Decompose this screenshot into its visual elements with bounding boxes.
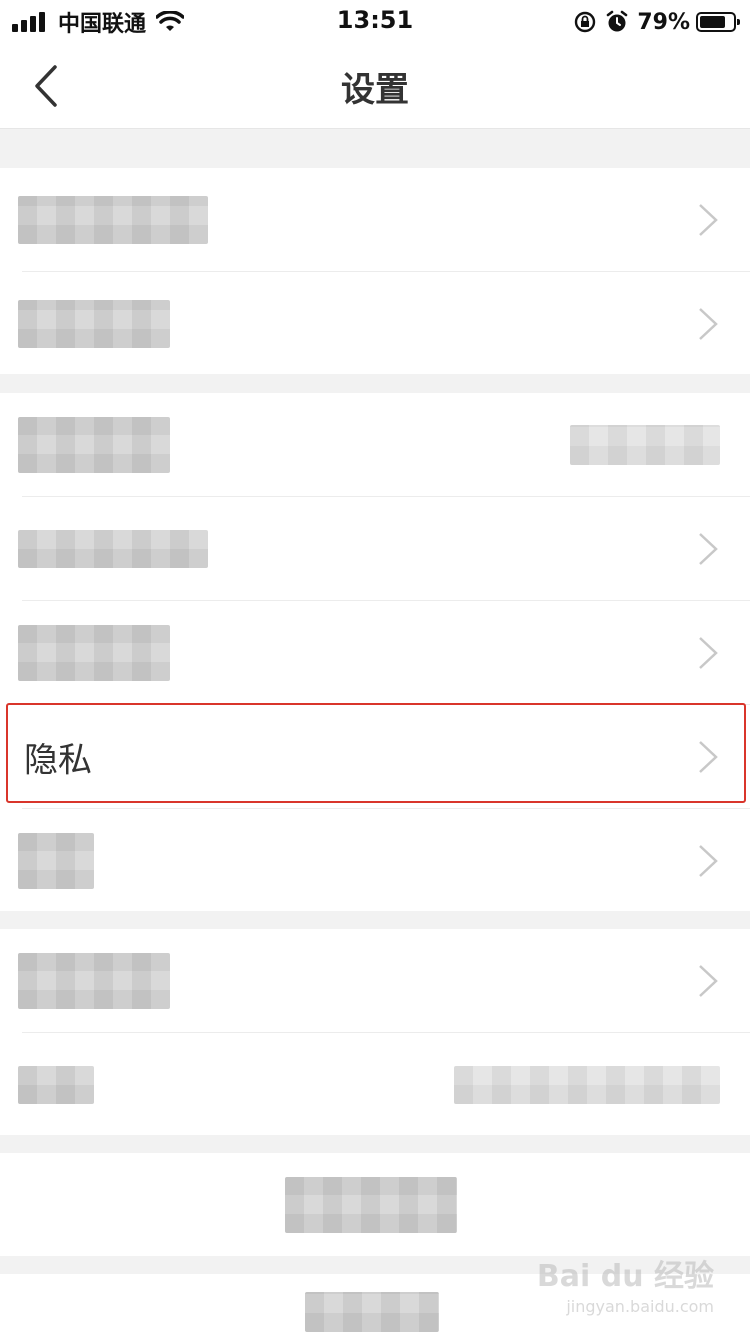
redacted-label: [18, 417, 170, 473]
chevron-right-icon: [699, 741, 718, 773]
watermark-brand: Bai du 经验: [536, 1259, 714, 1294]
chevron-right-icon: [699, 637, 718, 669]
baidu-watermark: Bai du 经验 jingyan.baidu.com: [537, 1251, 714, 1316]
status-right: 79%: [573, 8, 740, 36]
redacted-label: [18, 625, 170, 681]
alarm-icon: [607, 10, 628, 32]
redacted-action: [305, 1292, 439, 1332]
chevron-right-icon: [699, 533, 718, 565]
settings-group-3: [0, 929, 750, 1135]
action-row[interactable]: [0, 1153, 750, 1256]
settings-group-2: 隐私: [0, 393, 750, 911]
settings-row[interactable]: [0, 168, 750, 272]
settings-row[interactable]: [0, 929, 750, 1033]
settings-row[interactable]: [0, 497, 750, 601]
redacted-label: [18, 1066, 94, 1104]
redacted-label: [18, 953, 170, 1009]
chevron-right-icon: [699, 308, 718, 340]
redacted-label: [18, 300, 170, 348]
chevron-right-icon: [699, 845, 718, 877]
settings-row[interactable]: [0, 393, 750, 497]
settings-row[interactable]: [0, 1033, 750, 1137]
settings-row[interactable]: [0, 809, 750, 913]
redacted-action: [285, 1176, 457, 1233]
chevron-right-icon: [699, 204, 718, 236]
settings-row[interactable]: [0, 601, 750, 705]
redacted-value: [570, 425, 720, 465]
action-group-1: [0, 1153, 750, 1256]
chevron-right-icon: [699, 965, 718, 997]
status-bar: 中国联通 13:51 79%: [0, 0, 750, 44]
privacy-label: 隐私: [24, 740, 92, 781]
page-title: 设置: [341, 70, 409, 110]
battery-fill: [700, 16, 726, 28]
battery-percent: 79%: [637, 9, 690, 35]
settings-row-privacy[interactable]: 隐私: [0, 705, 750, 809]
redacted-label: [18, 530, 208, 568]
nav-bar: 设置: [0, 44, 750, 129]
settings-group-1: [0, 168, 750, 374]
redacted-value: [454, 1066, 720, 1104]
battery-icon: [696, 12, 740, 32]
rotation-lock-icon: [575, 11, 596, 33]
redacted-label: [18, 833, 94, 889]
redacted-label: [18, 196, 208, 244]
settings-row[interactable]: [0, 272, 750, 376]
watermark-url: jingyan.baidu.com: [566, 1297, 714, 1316]
